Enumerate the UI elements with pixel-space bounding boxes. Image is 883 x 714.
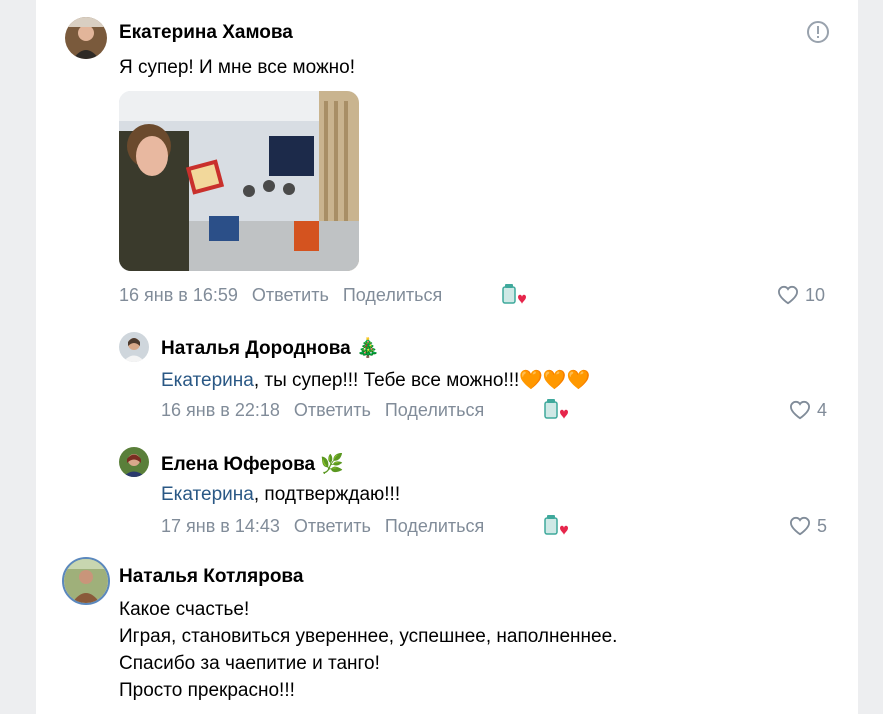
comment-date[interactable]: 16 янв в 16:59 [119, 285, 238, 305]
reply-button[interactable]: Ответить [294, 400, 371, 420]
reaction-icon[interactable] [500, 283, 526, 312]
avatar[interactable] [119, 332, 149, 362]
reply-meta: 17 янв в 14:43 Ответить Поделиться [161, 516, 484, 537]
share-button[interactable]: Поделиться [385, 516, 484, 536]
reply-text: Екатерина, ты супер!!! Тебе все можно!!!… [161, 370, 591, 391]
like-count: 5 [817, 516, 828, 536]
like-button[interactable]: 10 [777, 285, 825, 306]
avatar[interactable] [62, 557, 110, 605]
comment-text: Я супер! И мне все можно! [119, 57, 356, 78]
share-button[interactable]: Поделиться [385, 400, 484, 420]
comment-meta: 16 янв в 16:59 Ответить Поделиться [119, 285, 442, 306]
mention-link[interactable]: Екатерина [161, 484, 254, 505]
comment-line: Играя, становиться увереннее, успешнее, … [119, 626, 618, 647]
avatar[interactable] [65, 17, 107, 59]
mention-link[interactable]: Екатерина [161, 370, 254, 391]
share-button[interactable]: Поделиться [343, 285, 442, 305]
comment-line: Просто прекрасно!!! [119, 680, 295, 701]
reply-text: Екатерина, подтверждаю!!! [161, 484, 401, 505]
reaction-icon[interactable] [542, 398, 568, 427]
reply-button[interactable]: Ответить [294, 516, 371, 536]
reaction-icon[interactable] [542, 514, 568, 543]
leaf-emoji-icon: 🌿 [320, 454, 345, 475]
like-button[interactable]: 4 [789, 400, 827, 421]
like-count: 10 [805, 285, 826, 305]
reply-meta: 16 янв в 22:18 Ответить Поделиться [161, 400, 484, 421]
comment-author[interactable]: Екатерина Хамова [119, 22, 293, 44]
comment-text: Какое счастье! Играя, становиться уверен… [119, 596, 617, 704]
comment-photo[interactable] [119, 91, 359, 271]
tree-emoji-icon: 🎄 [356, 338, 380, 359]
comment-line: Какое счастье! [119, 599, 250, 620]
reply-date[interactable]: 16 янв в 22:18 [161, 400, 280, 420]
report-icon[interactable] [806, 20, 830, 49]
reply-button[interactable]: Ответить [252, 285, 329, 305]
reply-date[interactable]: 17 янв в 14:43 [161, 516, 280, 536]
reply-author[interactable]: Наталья Дороднова 🎄 [161, 336, 380, 360]
like-count: 4 [817, 400, 828, 420]
reply-author[interactable]: Елена Юферова 🌿 [161, 452, 344, 476]
like-button[interactable]: 5 [789, 516, 827, 537]
hearts-emoji: 🧡🧡🧡 [519, 370, 591, 391]
comment-line: Спасибо за чаепитие и танго! [119, 653, 380, 674]
avatar[interactable] [119, 447, 149, 477]
comment-author[interactable]: Наталья Котлярова [119, 566, 303, 588]
